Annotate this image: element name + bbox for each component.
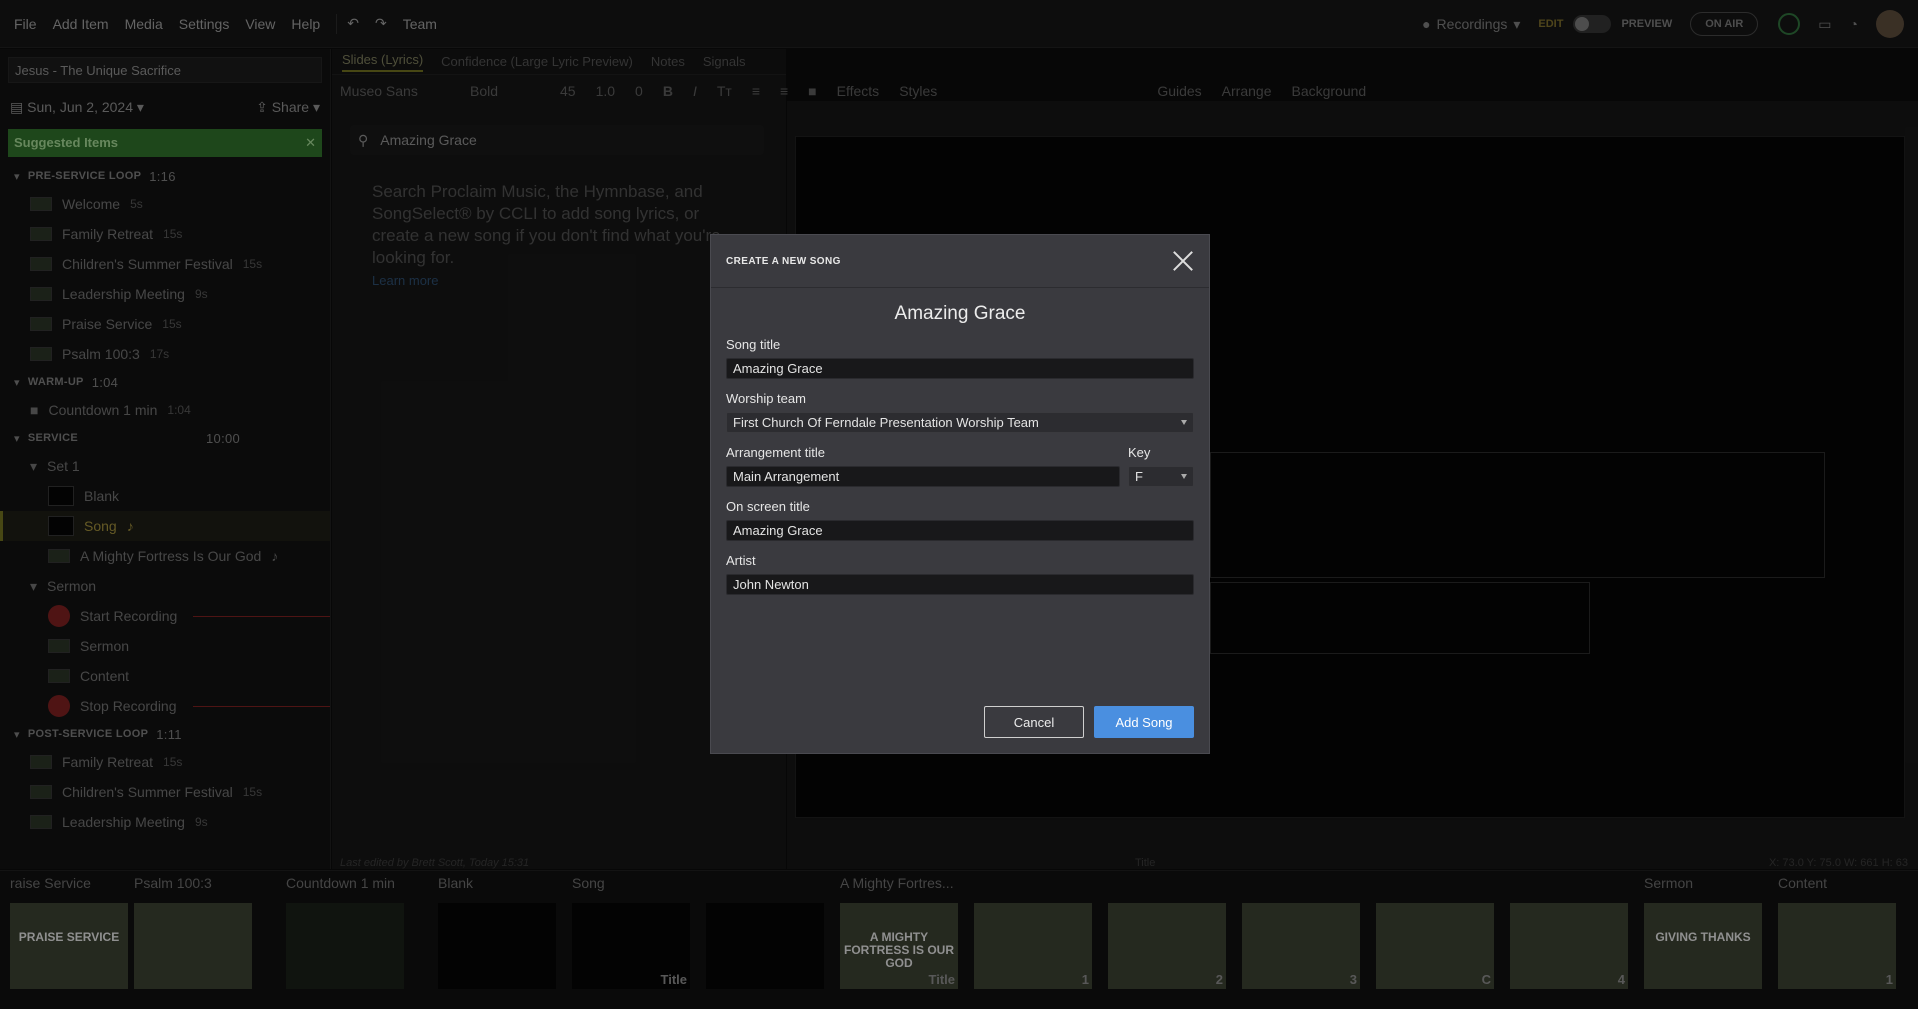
arrangement-label: Arrangement title [726, 445, 825, 460]
worship-team-select[interactable]: First Church Of Ferndale Presentation Wo… [726, 412, 1194, 433]
song-title-label: Song title [726, 337, 781, 352]
dialog-title: Amazing Grace [894, 303, 1026, 324]
chevron-down-icon [1181, 474, 1187, 479]
song-title-input[interactable]: Amazing Grace [726, 358, 1194, 379]
arrangement-group: Arrangement title Main Arrangement [726, 433, 1120, 487]
onscreen-title-input[interactable]: Amazing Grace [726, 520, 1194, 541]
key-label: Key [1128, 445, 1151, 460]
dialog-header-title: CREATE A NEW SONG [726, 255, 841, 267]
onscreen-title-group: On screen title Amazing Grace [726, 499, 1194, 541]
arrangement-input[interactable]: Main Arrangement [726, 466, 1120, 487]
add-song-button[interactable]: Add Song [1094, 706, 1194, 738]
key-select[interactable]: F [1128, 466, 1194, 487]
create-song-dialog: CREATE A NEW SONG Amazing Grace Song tit… [710, 234, 1210, 754]
song-title-group: Song title Amazing Grace [726, 337, 1194, 379]
chevron-down-icon [1181, 420, 1187, 425]
cancel-button[interactable]: Cancel [984, 706, 1084, 738]
worship-team-group: Worship team First Church Of Ferndale Pr… [726, 391, 1194, 433]
worship-team-label: Worship team [726, 391, 806, 406]
dialog-buttons: Cancel Add Song [984, 706, 1194, 738]
arrangement-row: Arrangement title Main Arrangement Key F [726, 433, 1194, 487]
artist-input[interactable]: John Newton [726, 574, 1194, 595]
key-group: Key F [1128, 433, 1194, 487]
key-value: F [1135, 469, 1143, 484]
close-icon[interactable] [1172, 250, 1194, 272]
artist-label: Artist [726, 553, 756, 568]
onscreen-title-label: On screen title [726, 499, 810, 514]
artist-group: Artist John Newton [726, 553, 1194, 595]
worship-team-value: First Church Of Ferndale Presentation Wo… [733, 415, 1039, 430]
dialog-header: CREATE A NEW SONG [711, 235, 1209, 288]
